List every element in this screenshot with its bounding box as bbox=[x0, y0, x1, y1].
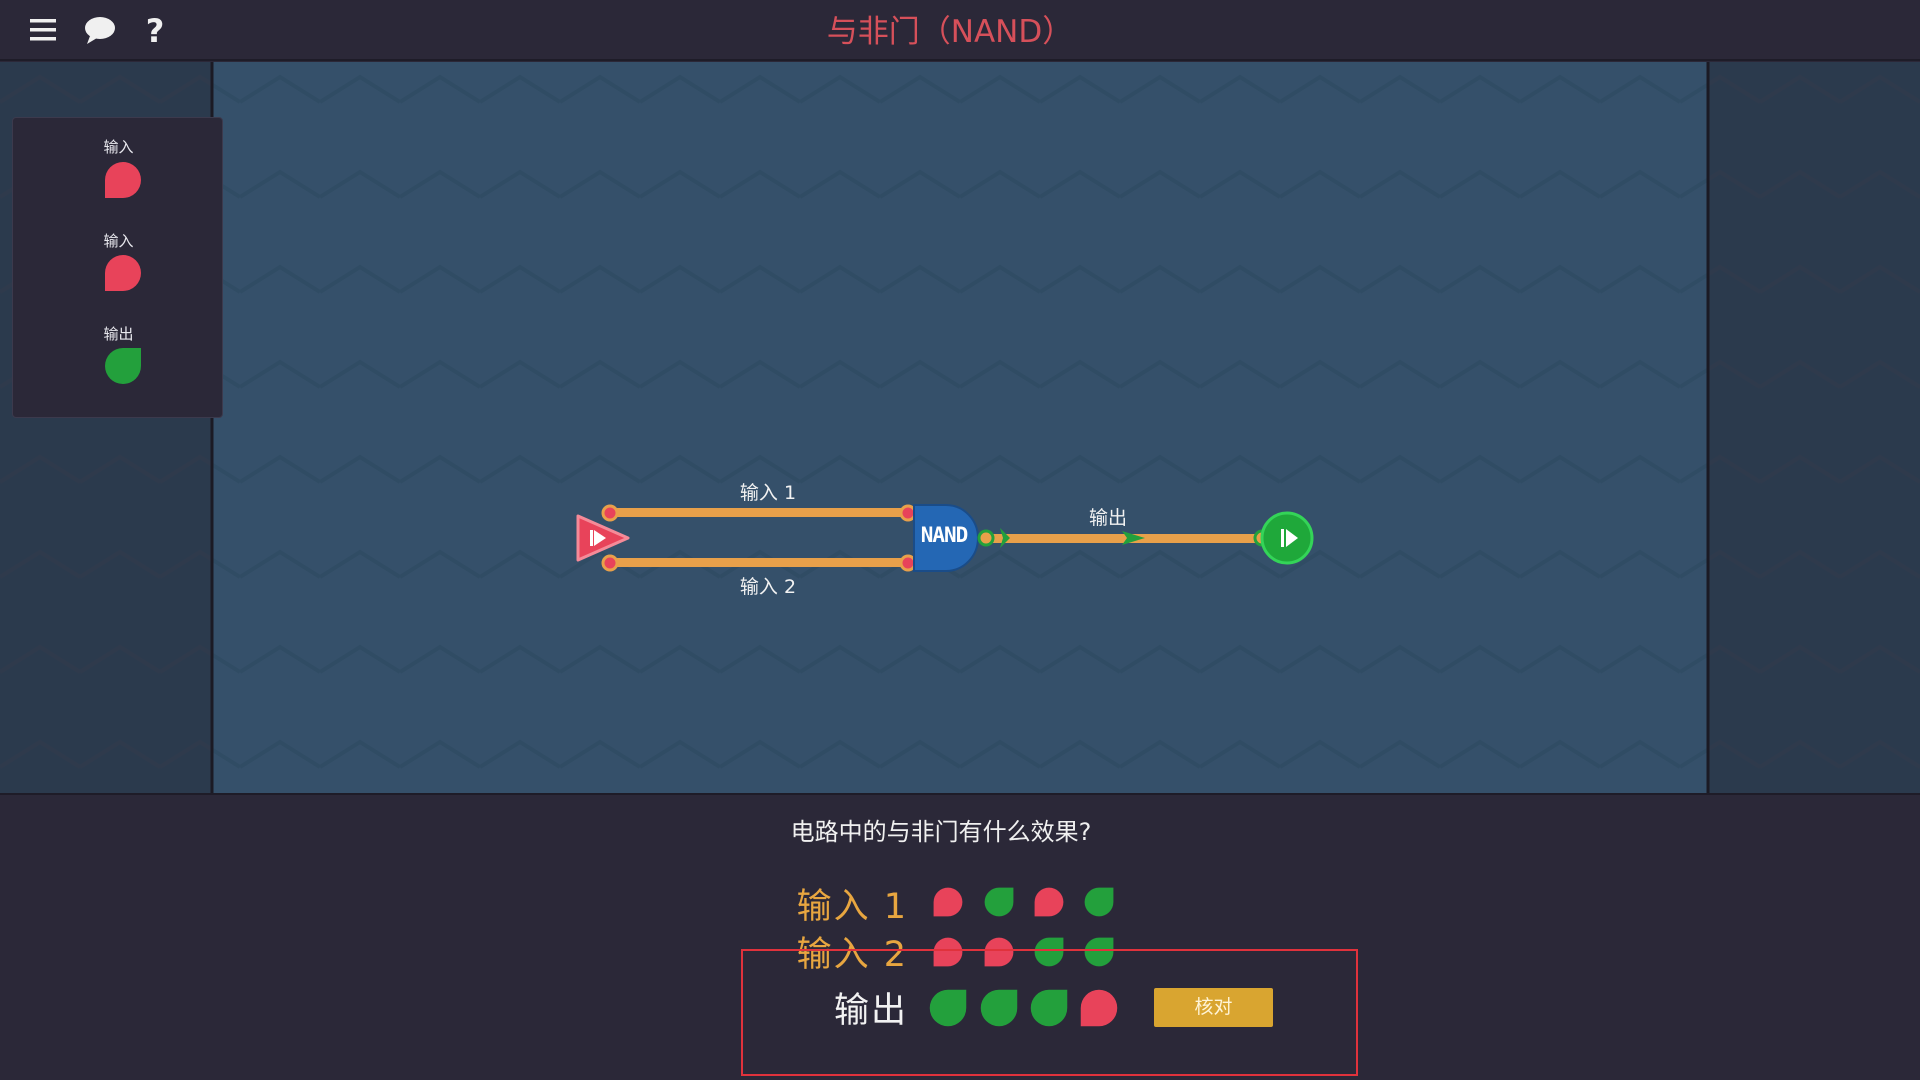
quiz-question: 电路中的与非门有什么效果? bbox=[790, 818, 1092, 846]
wire-label-output: 输出 bbox=[1088, 507, 1127, 529]
wire-label-input-2: 输入 2 bbox=[739, 576, 797, 598]
palette-label-input-2: 输入 bbox=[103, 232, 134, 250]
nand-gate-label: NAND bbox=[920, 523, 969, 547]
palette-input-red-2[interactable] bbox=[104, 254, 142, 292]
wire-input-1[interactable] bbox=[601, 504, 917, 522]
page-title: 与非门（NAND） bbox=[826, 14, 1074, 50]
output-node[interactable] bbox=[1260, 511, 1314, 565]
wire-output[interactable] bbox=[977, 528, 1271, 548]
palette-input-red-1[interactable] bbox=[104, 161, 142, 199]
circuit-board[interactable]: NAND 输入 1 输入 2 输出 bbox=[0, 62, 1920, 793]
truth-row-label-input-1: 输入 1 bbox=[796, 887, 908, 927]
wire-input-2[interactable] bbox=[601, 554, 917, 572]
palette-label-output: 输出 bbox=[103, 325, 134, 343]
truth-cell-r1-c4-green bbox=[1084, 887, 1114, 917]
component-palette: 输入 输入 输出 bbox=[12, 117, 223, 418]
palette-output-green[interactable] bbox=[104, 347, 142, 385]
truth-cell-r1-c1-red bbox=[933, 887, 963, 917]
truth-cell-r1-c2-green bbox=[984, 887, 1014, 917]
input-source-node[interactable] bbox=[576, 514, 630, 562]
wire-label-input-1: 输入 1 bbox=[739, 482, 797, 504]
truth-cell-r1-c3-red bbox=[1034, 887, 1064, 917]
top-bar: ? 与非门（NAND） bbox=[0, 0, 1920, 61]
check-button[interactable]: 核对 bbox=[1154, 988, 1273, 1027]
palette-label-input-1: 输入 bbox=[103, 138, 134, 156]
